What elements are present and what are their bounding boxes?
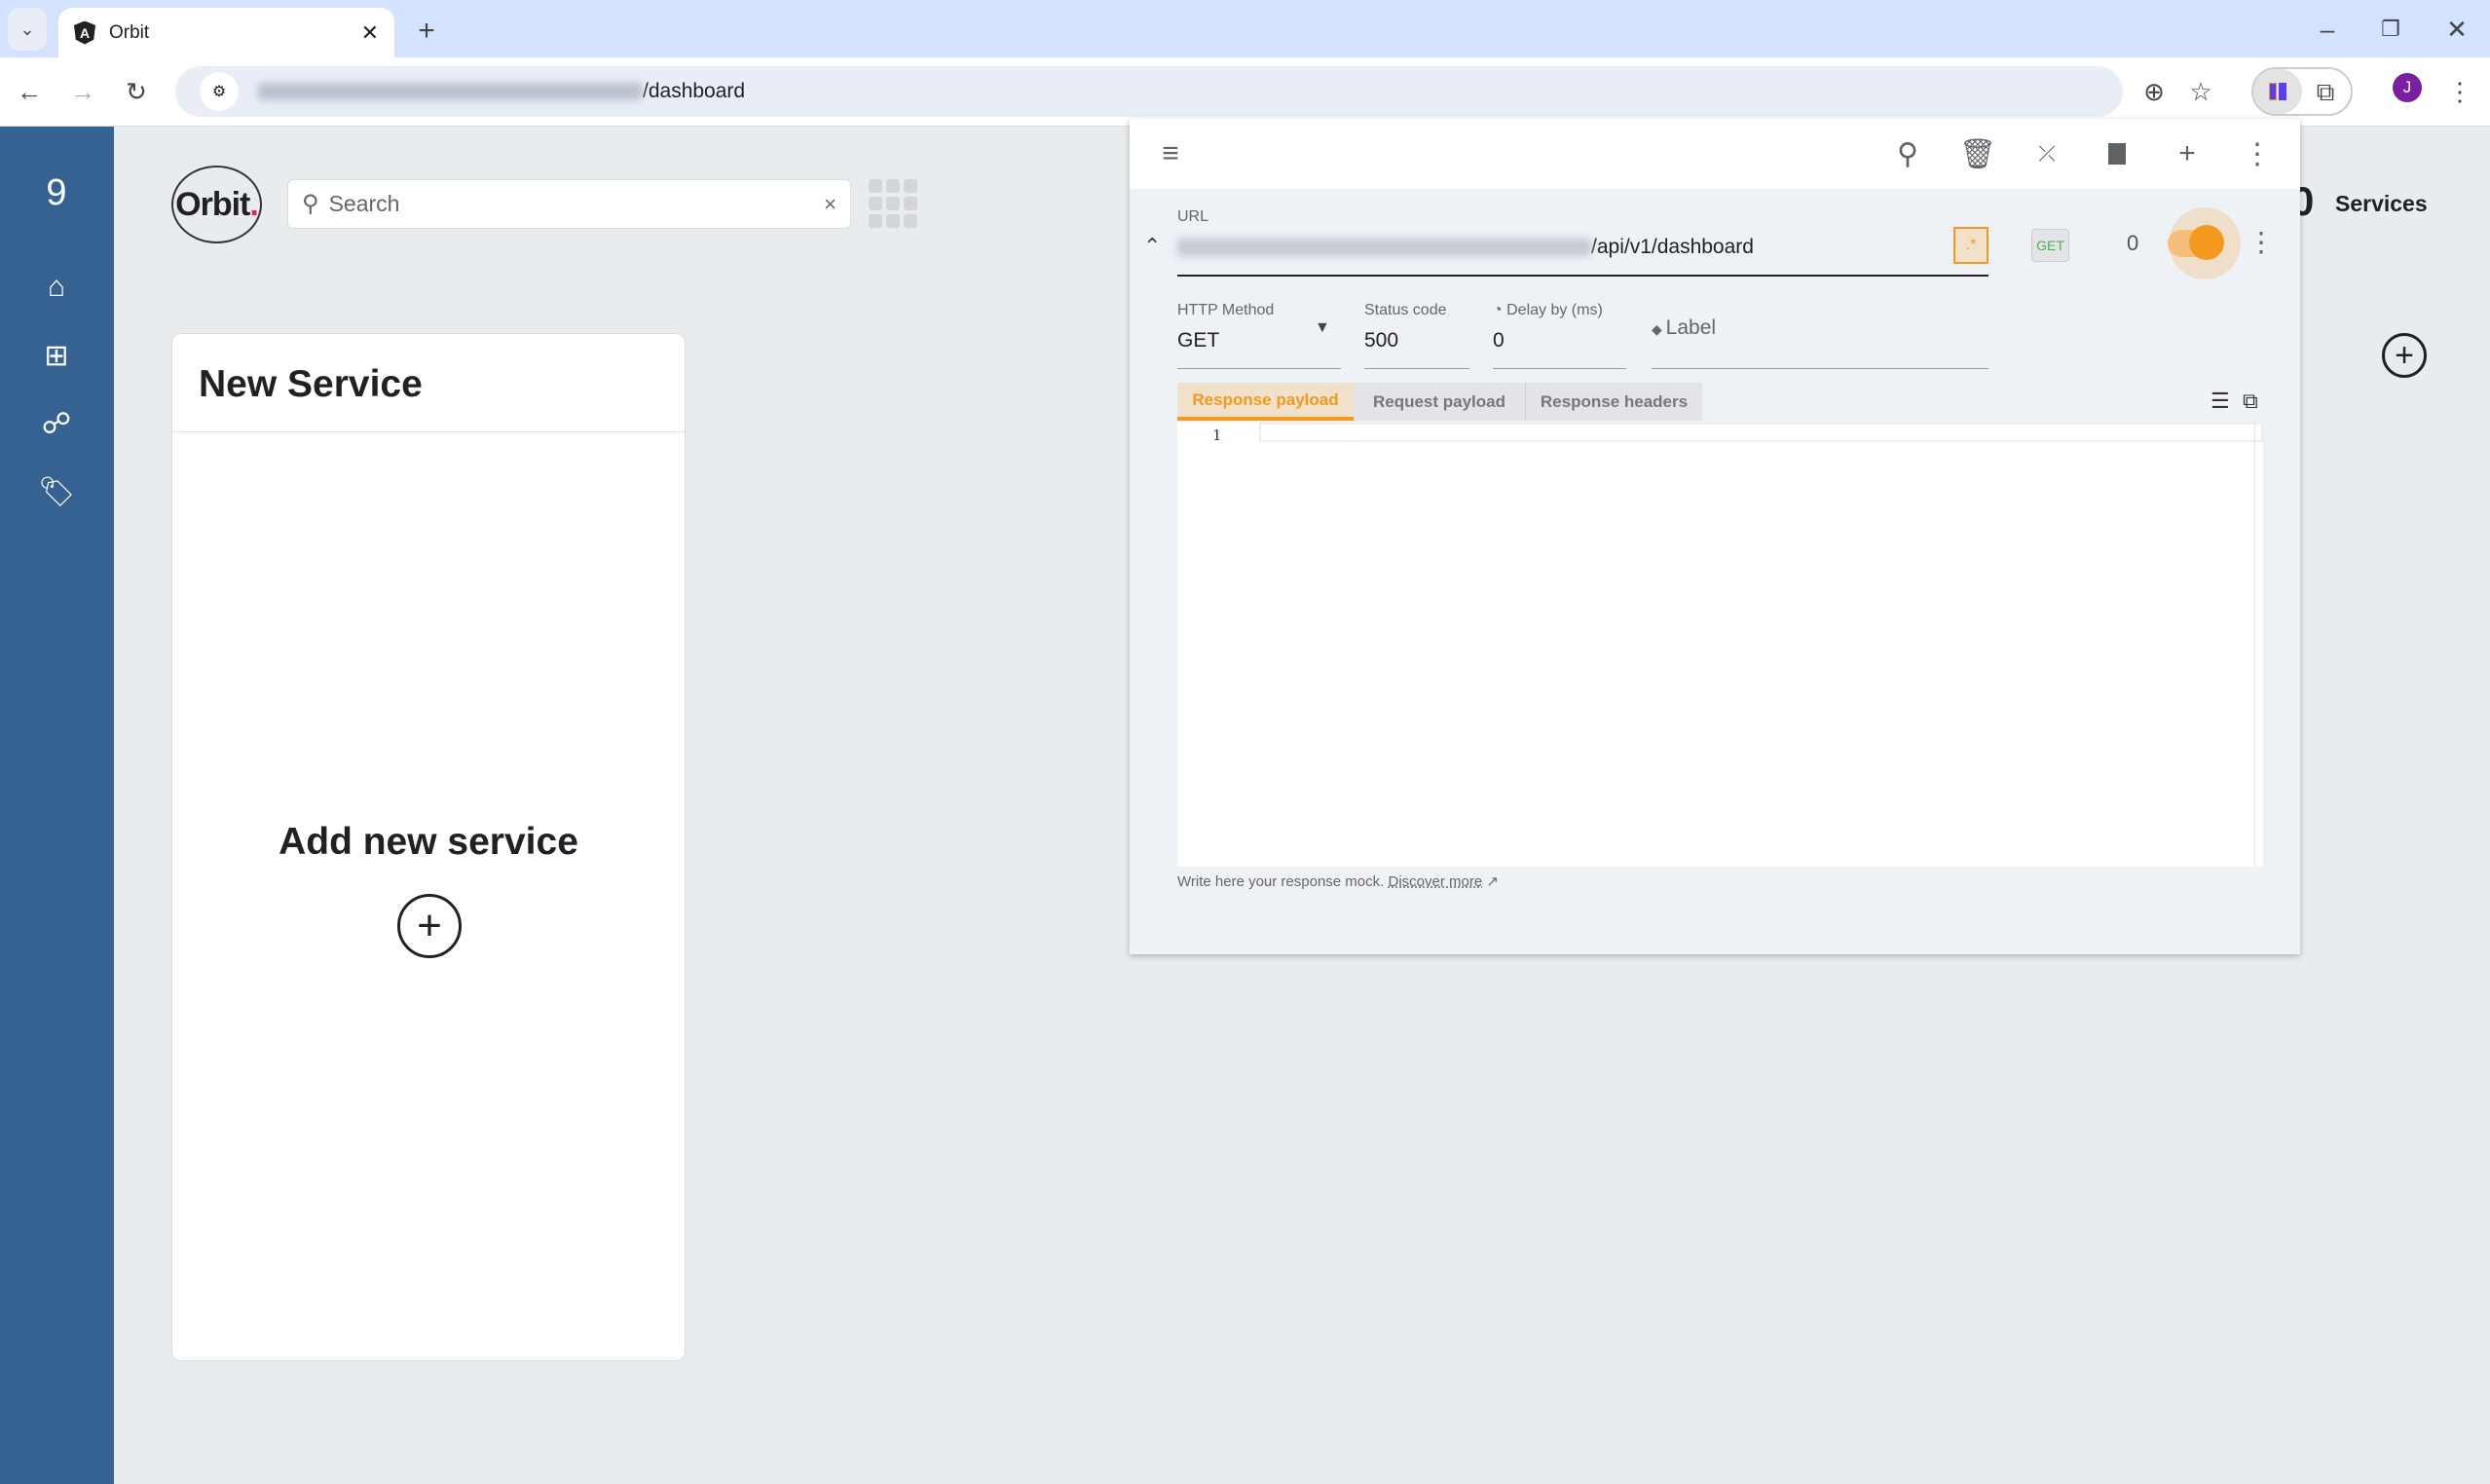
extensions-group: ⧉: [2251, 67, 2353, 116]
site-settings-icon[interactable]: ⚙: [200, 72, 239, 111]
forward-icon[interactable]: →: [63, 72, 102, 111]
method-badge: GET: [2031, 229, 2069, 262]
hit-count: 0: [2127, 231, 2139, 255]
search-input[interactable]: ⚲ Search ×: [287, 179, 851, 229]
extension-icon[interactable]: [2253, 69, 2302, 114]
add-icon[interactable]: +: [2170, 136, 2205, 171]
regex-toggle[interactable]: .*: [1953, 227, 1988, 264]
copy-icon[interactable]: ⧉: [2243, 389, 2258, 414]
blurred-host: [1177, 239, 1591, 256]
avatar[interactable]: J: [2393, 73, 2422, 102]
tab-response-headers[interactable]: Response headers: [1526, 383, 1702, 421]
delay-label: Delay by (ms): [1506, 302, 1603, 318]
active-line: [1259, 423, 2263, 442]
orbit-logo[interactable]: Orbit.: [171, 166, 262, 243]
delay-input[interactable]: 0: [1493, 329, 1505, 352]
label-input[interactable]: ◆ Label: [1652, 316, 1716, 340]
response-editor[interactable]: 1: [1177, 423, 2263, 867]
status-label: Status code: [1364, 302, 1447, 318]
url-underline: [1177, 275, 1988, 277]
puzzle-icon[interactable]: ⧉: [2306, 73, 2345, 112]
tab-response-payload[interactable]: Response payload: [1177, 383, 1354, 421]
tab-title: Orbit: [109, 21, 150, 43]
zoom-icon[interactable]: ⊕: [2135, 72, 2174, 111]
http-method-select[interactable]: GET: [1177, 329, 1219, 352]
http-method-label: HTTP Method: [1177, 302, 1275, 318]
method-underline: [1177, 368, 1341, 369]
window-close-icon[interactable]: ✕: [2437, 10, 2476, 49]
new-tab-icon[interactable]: +: [409, 14, 444, 49]
stop-icon[interactable]: [2100, 136, 2135, 171]
status-input[interactable]: 500: [1364, 329, 1398, 352]
services-label: Services: [2335, 191, 2428, 216]
row-more-icon[interactable]: ⋮: [2248, 226, 2275, 258]
status-underline: [1364, 368, 1469, 369]
blurred-host: [258, 83, 643, 100]
grid-view-icon[interactable]: [869, 179, 917, 228]
mock-panel: ≡ ⚲ 🗑 ⤫ + ⋮ URL ⌃ /api/v1/dashboard .* G…: [1130, 119, 2300, 954]
card-title: New Service: [199, 363, 423, 405]
clear-search-icon[interactable]: ×: [824, 192, 836, 217]
browser-toolbar: ← → ↻ ⚙ /dashboard ⊕ ☆ ⧉ J ⋮: [0, 57, 2490, 127]
more-icon[interactable]: ⋮: [2240, 136, 2275, 171]
url-path: /api/v1/dashboard: [1591, 236, 1754, 258]
menu-icon[interactable]: ≡: [1153, 136, 1188, 171]
tab-request-payload[interactable]: Request payload: [1354, 383, 1526, 421]
restore-icon[interactable]: ❐: [2371, 10, 2410, 49]
url-input[interactable]: /api/v1/dashboard: [1177, 236, 1754, 259]
star-icon[interactable]: ☆: [2181, 72, 2220, 111]
collapse-all-icon[interactable]: ⤫: [2029, 136, 2064, 171]
tags-icon[interactable]: 🏷: [37, 472, 76, 511]
reload-icon[interactable]: ↻: [117, 72, 156, 111]
add-service-label: Add new service: [279, 821, 578, 863]
angular-icon: A: [74, 20, 95, 45]
tab-search-chevron-icon[interactable]: ⌄: [8, 8, 47, 51]
editor-hint: Write here your response mock. Discover …: [1177, 873, 1499, 890]
back-icon[interactable]: ←: [10, 72, 49, 111]
tag-icon: ◆: [1652, 321, 1666, 337]
search-icon: ⚲: [302, 191, 319, 217]
sitemap-icon[interactable]: ☍: [37, 404, 76, 443]
chevron-up-icon[interactable]: ⌃: [1143, 234, 1161, 259]
label-underline: [1652, 368, 1988, 369]
delete-all-icon[interactable]: 🗑: [1959, 136, 1996, 171]
divider: [172, 431, 685, 432]
line-number: 1: [1212, 427, 1222, 444]
browser-tab[interactable]: A Orbit ✕: [58, 8, 394, 57]
add-service-plus-icon[interactable]: +: [397, 894, 462, 958]
panel-toolbar: ≡ ⚲ 🗑 ⤫ + ⋮: [1130, 119, 2300, 189]
signpost-icon[interactable]: ⊞: [37, 336, 76, 375]
dropdown-arrow-icon[interactable]: ▼: [1315, 319, 1330, 337]
minimize-icon[interactable]: –: [2308, 10, 2347, 49]
format-icon[interactable]: ☰: [2211, 389, 2230, 414]
sidebar: 9 ⌂ ⊞ ☍ 🏷: [0, 127, 114, 1484]
timer-icon: ◔: [1493, 302, 1507, 318]
home-icon[interactable]: ⌂: [37, 268, 76, 307]
search-icon[interactable]: ⚲: [1890, 136, 1925, 171]
toggle-knob[interactable]: [2189, 225, 2224, 260]
url-path: /dashboard: [643, 80, 746, 102]
new-service-card[interactable]: New Service Add new service +: [171, 333, 686, 1361]
url-label: URL: [1177, 208, 1209, 225]
add-plus-icon[interactable]: +: [2382, 333, 2427, 378]
external-link-icon: ↗: [1486, 873, 1499, 890]
browser-tab-bar: ⌄ A Orbit ✕ + – ❐ ✕: [0, 0, 2490, 57]
editor-scrollbar[interactable]: [2254, 423, 2255, 867]
delay-underline: [1493, 368, 1626, 369]
search-placeholder: Search: [328, 191, 400, 216]
address-bar[interactable]: ⚙ /dashboard: [175, 66, 2123, 117]
more-icon[interactable]: ⋮: [2442, 72, 2477, 111]
discover-more-link[interactable]: Discover more: [1388, 873, 1482, 890]
brand-icon[interactable]: 9: [37, 172, 76, 213]
close-tab-icon[interactable]: ✕: [361, 20, 379, 46]
